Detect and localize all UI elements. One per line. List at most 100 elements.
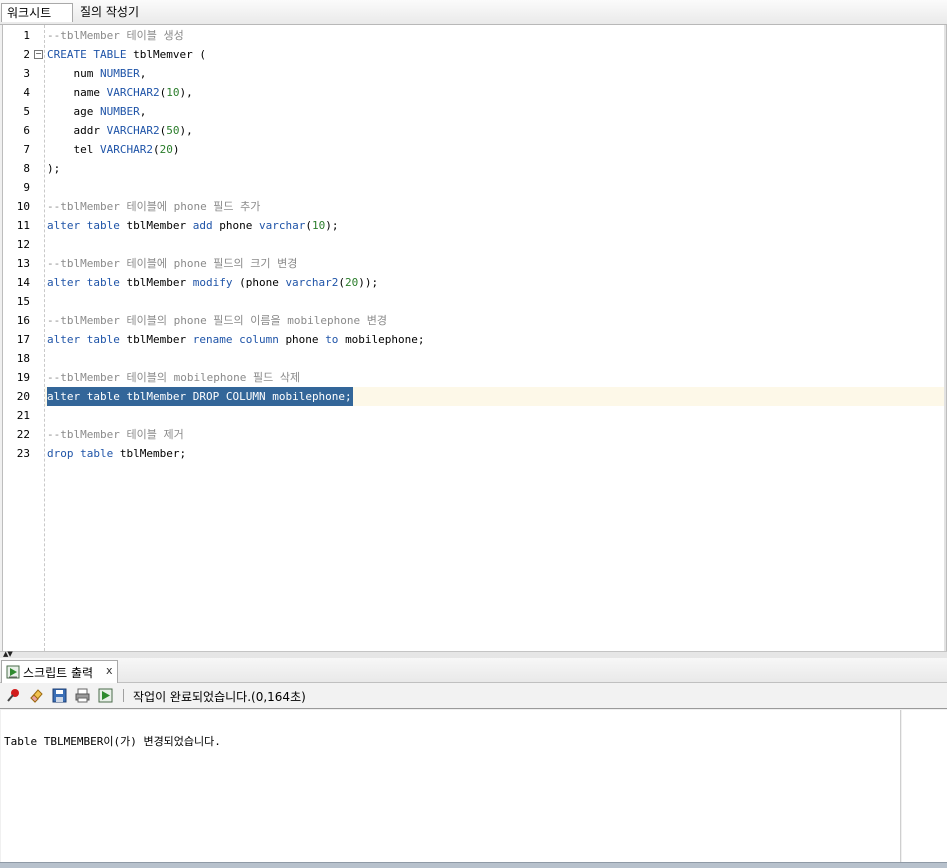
code-token: alter table	[47, 333, 127, 346]
code-token: (phone	[239, 276, 286, 289]
code-line[interactable]: tel VARCHAR2(20)	[47, 140, 179, 159]
line-number-gutter: 1 2 3 4 5 6 7 8 9 10 11 12 13 14 15 16 17 18 19 20 21 22 23	[3, 25, 44, 651]
code-line[interactable]: num NUMBER,	[47, 64, 146, 83]
code-token: ),	[179, 86, 193, 99]
code-line[interactable]: --tblMember 테이블에 phone 필드의 크기 변경	[47, 254, 297, 273]
code-token: age	[47, 105, 100, 118]
code-token: mobilephone;	[345, 333, 425, 346]
code-token: tblMember	[126, 276, 193, 289]
code-token: 50	[166, 124, 180, 137]
print-icon[interactable]	[74, 687, 91, 704]
output-side-panel	[902, 710, 947, 862]
code-token: addr	[47, 124, 107, 137]
code-token: 10	[311, 219, 326, 232]
tab-query-builder[interactable]: 질의 작성기	[75, 3, 144, 22]
code-token: VARCHAR2	[106, 124, 160, 137]
code-token: tblMemver (	[133, 48, 206, 61]
line-number: 21	[16, 409, 30, 422]
code-token: )	[172, 143, 180, 156]
script-output-area[interactable]: Table TBLMEMBER이(가) 변경되었습니다.	[1, 710, 901, 862]
tab-script-output[interactable]: 스크립트 출력 x	[1, 660, 118, 683]
code-token: tblMember	[126, 219, 193, 232]
code-token: varchar2	[285, 276, 339, 289]
code-line[interactable]: alter table tblMember rename column phon…	[47, 330, 425, 349]
code-line[interactable]: addr VARCHAR2(50),	[47, 121, 193, 140]
script-output-icon	[6, 665, 20, 679]
code-token: --tblMember 테이블 제거	[47, 428, 184, 441]
code-token: --tblMember 테이블의 mobilephone 필드 삭제	[47, 371, 301, 384]
code-line[interactable]: drop table tblMember;	[47, 444, 186, 463]
code-token: --tblMember 테이블에 phone 필드 추가	[47, 200, 261, 213]
code-token: num	[47, 67, 100, 80]
line-number: 23	[16, 447, 30, 460]
line-number: 10	[16, 200, 30, 213]
code-line[interactable]: CREATE TABLE tblMemver (	[47, 45, 206, 64]
save-icon[interactable]	[51, 687, 68, 704]
line-number: 5	[23, 105, 30, 118]
output-tab-bar: 스크립트 출력 x	[0, 658, 947, 683]
code-token: modify	[192, 276, 240, 289]
code-token: (	[305, 219, 312, 232]
vertical-scrollbar[interactable]	[944, 25, 946, 651]
toolbar-separator	[123, 689, 124, 702]
line-number: 15	[16, 295, 30, 308]
code-token: rename column	[192, 333, 286, 346]
code-token: --tblMember 테이블 생성	[47, 29, 184, 42]
code-token: 10	[166, 86, 180, 99]
script-output-tab-label: 스크립트 출력	[23, 666, 94, 680]
code-token: ),	[179, 124, 193, 137]
sql-editor[interactable]: 1 2 3 4 5 6 7 8 9 10 11 12 13 14 15 16 17 18 19 20 21 22 23 − …	[2, 25, 947, 651]
run-script-icon[interactable]	[97, 687, 114, 704]
tab-worksheet[interactable]: 워크시트	[1, 3, 73, 22]
code-token: DROP COLUMN	[192, 390, 273, 403]
code-line[interactable]: alter table tblMember modify (phone varc…	[47, 273, 378, 292]
code-token: tblMember	[126, 390, 193, 403]
line-number: 12	[16, 238, 30, 251]
code-line[interactable]: --tblMember 테이블의 mobilephone 필드 삭제	[47, 368, 300, 387]
code-line[interactable]: age NUMBER,	[47, 102, 146, 121]
line-number: 20	[16, 390, 30, 403]
code-token: VARCHAR2	[106, 86, 160, 99]
code-token: ,	[139, 105, 147, 118]
splitter-arrows-icon[interactable]: ▲▼	[3, 651, 13, 658]
fold-toggle-icon[interactable]: −	[34, 50, 43, 59]
line-number: 6	[23, 124, 30, 137]
code-token: (	[152, 143, 160, 156]
code-token: tblMember	[126, 333, 193, 346]
eraser-icon[interactable]	[28, 687, 45, 704]
code-line[interactable]: alter table tblMember add phone varchar(…	[47, 216, 338, 235]
selected-text[interactable]: alter table tblMember DROP COLUMN mobile…	[47, 387, 353, 406]
code-token: 20	[159, 143, 173, 156]
line-number: 7	[23, 143, 30, 156]
line-number: 22	[16, 428, 30, 441]
code-line[interactable]: );	[47, 159, 60, 178]
code-token: varchar	[258, 219, 306, 232]
code-token: alter table	[47, 390, 127, 403]
pin-icon[interactable]	[5, 687, 22, 704]
code-token: alter table	[47, 276, 127, 289]
code-token: CREATE TABLE	[47, 48, 134, 61]
line-number: 14	[16, 276, 30, 289]
line-number: 1	[23, 29, 30, 42]
line-number: 19	[16, 371, 30, 384]
line-number: 3	[23, 67, 30, 80]
code-line[interactable]: alter table tblMember DROP COLUMN mobile…	[47, 387, 353, 406]
code-token: 20	[345, 276, 359, 289]
code-token: add	[192, 219, 220, 232]
code-line[interactable]: name VARCHAR2(10),	[47, 83, 193, 102]
code-token: tblMember;	[119, 447, 187, 460]
code-token: to	[325, 333, 346, 346]
panel-splitter[interactable]: ▲▼	[0, 651, 947, 658]
code-token: alter table	[47, 219, 127, 232]
code-line[interactable]: --tblMember 테이블 생성	[47, 26, 184, 45]
line-number: 17	[16, 333, 30, 346]
close-icon[interactable]: x	[106, 664, 113, 677]
line-number: 16	[16, 314, 30, 327]
output-toolbar: 작업이 완료되었습니다.(0,164초)	[0, 683, 947, 709]
code-token: tel	[47, 143, 100, 156]
code-line[interactable]: --tblMember 테이블 제거	[47, 425, 184, 444]
code-token: NUMBER	[99, 105, 140, 118]
code-line[interactable]: --tblMember 테이블의 phone 필드의 이름을 mobilepho…	[47, 311, 387, 330]
code-token: name	[47, 86, 107, 99]
code-line[interactable]: --tblMember 테이블에 phone 필드 추가	[47, 197, 260, 216]
